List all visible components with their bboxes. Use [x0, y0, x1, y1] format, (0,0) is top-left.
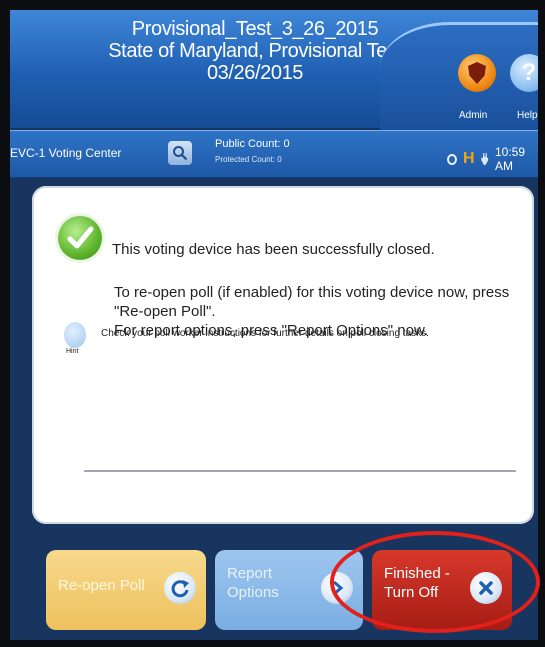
- admin-label: Admin: [459, 110, 488, 121]
- search-icon: [173, 146, 188, 161]
- election-name: Provisional_Test_3_26_2015: [131, 18, 379, 40]
- shield-icon: [468, 62, 486, 84]
- election-description: State of Maryland, Provisional Test: [108, 40, 402, 62]
- hint-icon: [64, 322, 86, 348]
- hint-text: Check your poll worker instructions for …: [101, 328, 429, 339]
- hint-label: Hint: [66, 348, 79, 355]
- protected-count: Protected Count: 0: [215, 155, 282, 164]
- election-date: 03/26/2015: [206, 62, 304, 84]
- election-title: Provisional_Test_3_26_2015 State of Mary…: [105, 18, 405, 84]
- instruction-line: To re-open poll (if enabled) for this vo…: [114, 284, 510, 301]
- checkmark-icon: [58, 216, 102, 260]
- clock-time: 10:59 AM: [494, 145, 526, 173]
- status-bar: EVC-1 Voting Center Public Count: 0 Prot…: [10, 130, 538, 178]
- header: Provisional_Test_3_26_2015 State of Mary…: [10, 10, 538, 135]
- message-panel: This voting device has been successfully…: [32, 186, 534, 524]
- question-mark-icon: ?: [521, 59, 537, 86]
- search-button[interactable]: [168, 141, 192, 165]
- success-message: This voting device has been successfully…: [112, 241, 435, 258]
- status-icons: H 10:59 AM: [447, 145, 538, 173]
- h-indicator-icon: H: [462, 150, 475, 167]
- divider: [84, 470, 516, 472]
- reopen-poll-button[interactable]: Re-open Poll: [46, 550, 206, 630]
- refresh-icon: [164, 572, 196, 604]
- public-count: Public Count: 0: [215, 138, 290, 150]
- power-plug-icon: [481, 153, 489, 165]
- voting-center-name: EVC-1 Voting Center: [10, 146, 122, 160]
- help-label: Help: [517, 110, 538, 121]
- status-circle-icon: [447, 153, 457, 165]
- admin-button[interactable]: [458, 54, 496, 92]
- highlight-circle-annotation: [330, 531, 540, 633]
- instruction-line: "Re-open Poll".: [114, 303, 216, 320]
